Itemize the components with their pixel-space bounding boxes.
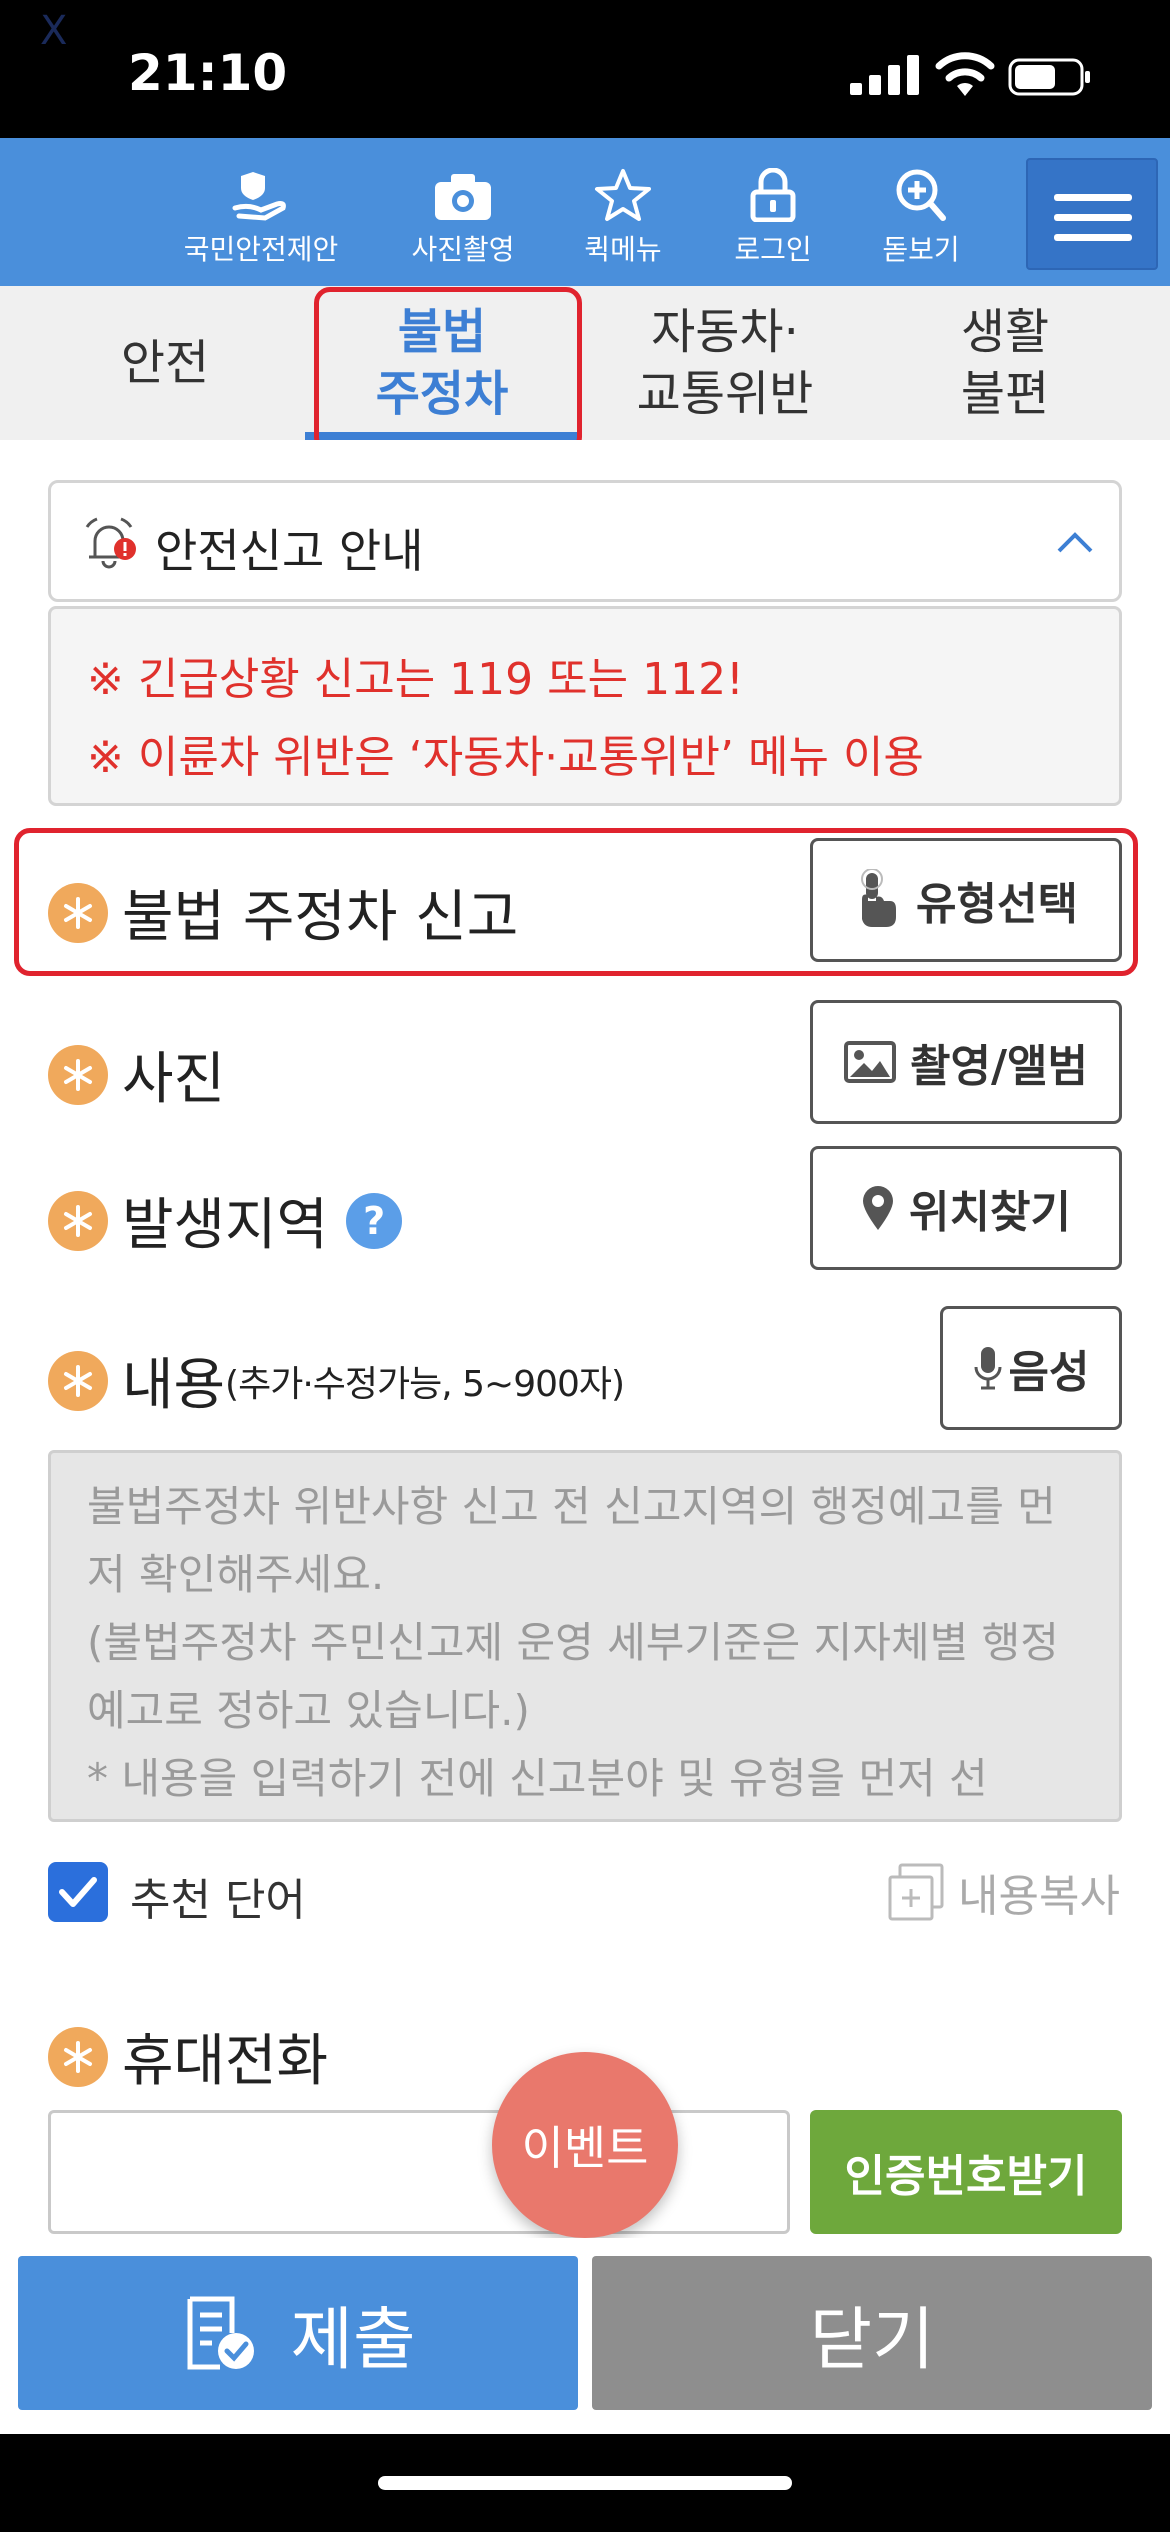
bottom-action-bar: 제출 닫기 xyxy=(0,2238,1170,2434)
home-indicator-area xyxy=(0,2434,1170,2532)
alarm-bell-icon xyxy=(85,517,136,569)
hand-shield-icon xyxy=(232,172,286,221)
status-time: 21:10 xyxy=(128,44,288,102)
nav-photo[interactable]: 사진촬영 xyxy=(378,168,548,268)
content-text: 내용 xyxy=(122,1353,226,1418)
help-icon[interactable]: ? xyxy=(346,1192,403,1249)
nav-photo-label: 사진촬영 xyxy=(411,233,515,266)
required-asterisk-icon xyxy=(48,1190,108,1251)
nav-magnifier-label: 돋보기 xyxy=(882,233,960,266)
star-icon xyxy=(595,169,651,221)
nav-login-label: 로그인 xyxy=(734,233,812,266)
cellular-signal-icon xyxy=(850,55,919,95)
submit-label: 제출 xyxy=(290,2300,416,2380)
tab-living-inconvenience[interactable]: 생활 불편 xyxy=(880,286,1130,440)
hamburger-icon xyxy=(1054,194,1132,201)
submit-button[interactable]: 제출 xyxy=(18,2256,578,2410)
event-button[interactable]: 이벤트 xyxy=(492,2052,678,2238)
recommend-label: 추천 단어 xyxy=(130,1875,306,1926)
nav-safety-proposal[interactable]: 국민안전제안 xyxy=(176,168,346,268)
find-location-label: 위치찾기 xyxy=(909,1187,1071,1238)
content-label: 내용 (추가·수정가능, 5~900자) xyxy=(48,1340,625,1421)
notice-title: 안전신고 안내 xyxy=(155,524,424,578)
notice-body: ※ 긴급상황 신고는 119 또는 112! ※ 이륜차 위반은 ‘자동차·교통… xyxy=(48,606,1122,806)
top-nav: 국민안전제안 사진촬영 퀵메뉴 로그인 돋보기 xyxy=(0,138,1170,286)
voice-input-label: 음성 xyxy=(1008,1347,1090,1398)
close-button[interactable]: 닫기 xyxy=(592,2256,1152,2410)
notice-toggle[interactable]: 안전신고 안내 xyxy=(48,480,1122,602)
report-form: 안전신고 안내 ※ 긴급상황 신고는 119 또는 112! ※ 이륜차 위반은… xyxy=(0,440,1170,2250)
location-pin-icon xyxy=(863,1186,894,1230)
photo-album-label: 촬영/앨범 xyxy=(910,1041,1088,1092)
nav-quick-menu[interactable]: 퀵메뉴 xyxy=(538,168,708,268)
phone-text: 휴대전화 xyxy=(122,2029,329,2094)
content-placeholder: 불법주정차 위반사항 신고 전 신고지역의 행정예고를 먼저 확인해주세요. (… xyxy=(87,1482,1059,1803)
hamburger-menu-button[interactable] xyxy=(1026,158,1158,270)
notice-line-motorcycle: ※ 이륜차 위반은 ‘자동차·교통위반’ 메뉴 이용 xyxy=(87,732,924,783)
document-check-icon xyxy=(187,2296,255,2370)
voice-input-button[interactable]: 음성 xyxy=(940,1306,1122,1430)
tab-safety[interactable]: 안전 xyxy=(40,286,290,440)
chevron-up-icon xyxy=(1057,532,1093,553)
nav-quick-menu-label: 퀵메뉴 xyxy=(584,233,662,266)
magnifier-plus-icon xyxy=(896,169,946,221)
location-label: 발생지역 ? xyxy=(48,1180,403,1261)
category-tabs: 안전 불법 주정차 자동차· 교통위반 생활 불편 xyxy=(0,286,1170,440)
corner-mark: X xyxy=(40,8,68,54)
copy-content-button[interactable]: 내용복사 xyxy=(886,1860,1120,1924)
type-row-highlight-box xyxy=(14,828,1138,976)
copy-icon xyxy=(888,1863,944,1921)
notice-line-emergency: ※ 긴급상황 신고는 119 또는 112! xyxy=(87,654,744,705)
location-text: 발생지역 xyxy=(122,1193,329,1258)
find-location-button[interactable]: 위치찾기 xyxy=(810,1146,1122,1270)
copy-content-label: 내용복사 xyxy=(958,1871,1120,1922)
phone-input[interactable] xyxy=(48,2110,790,2234)
tab-vehicle-traffic[interactable]: 자동차· 교통위반 xyxy=(590,286,860,440)
lock-icon xyxy=(750,168,796,222)
wifi-icon xyxy=(935,52,995,96)
required-asterisk-icon xyxy=(48,1044,108,1105)
photo-text: 사진 xyxy=(122,1047,226,1112)
camera-icon xyxy=(435,174,491,220)
battery-icon xyxy=(1008,58,1090,96)
recommend-checkbox[interactable] xyxy=(48,1862,108,1922)
nav-magnifier[interactable]: 돋보기 xyxy=(836,168,1006,268)
required-asterisk-icon xyxy=(48,1350,108,1411)
content-hint: (추가·수정가능, 5~900자) xyxy=(225,1363,625,1405)
checkmark-icon xyxy=(59,1877,97,1907)
microphone-icon xyxy=(974,1347,1002,1390)
content-textarea[interactable]: 불법주정차 위반사항 신고 전 신고지역의 행정예고를 먼저 확인해주세요. (… xyxy=(48,1450,1122,1822)
phone-label: 휴대전화 xyxy=(48,2016,328,2097)
photo-label: 사진 xyxy=(48,1034,225,1115)
nav-login[interactable]: 로그인 xyxy=(688,168,858,268)
image-icon xyxy=(844,1041,896,1083)
required-asterisk-icon xyxy=(48,2026,108,2087)
photo-album-button[interactable]: 촬영/앨범 xyxy=(810,1000,1122,1124)
home-indicator[interactable] xyxy=(378,2476,792,2490)
status-bar: X 21:10 xyxy=(0,0,1170,138)
tab-highlight-box xyxy=(314,287,582,453)
nav-safety-proposal-label: 국민안전제안 xyxy=(183,233,339,266)
request-verification-button[interactable]: 인증번호받기 xyxy=(810,2110,1122,2234)
